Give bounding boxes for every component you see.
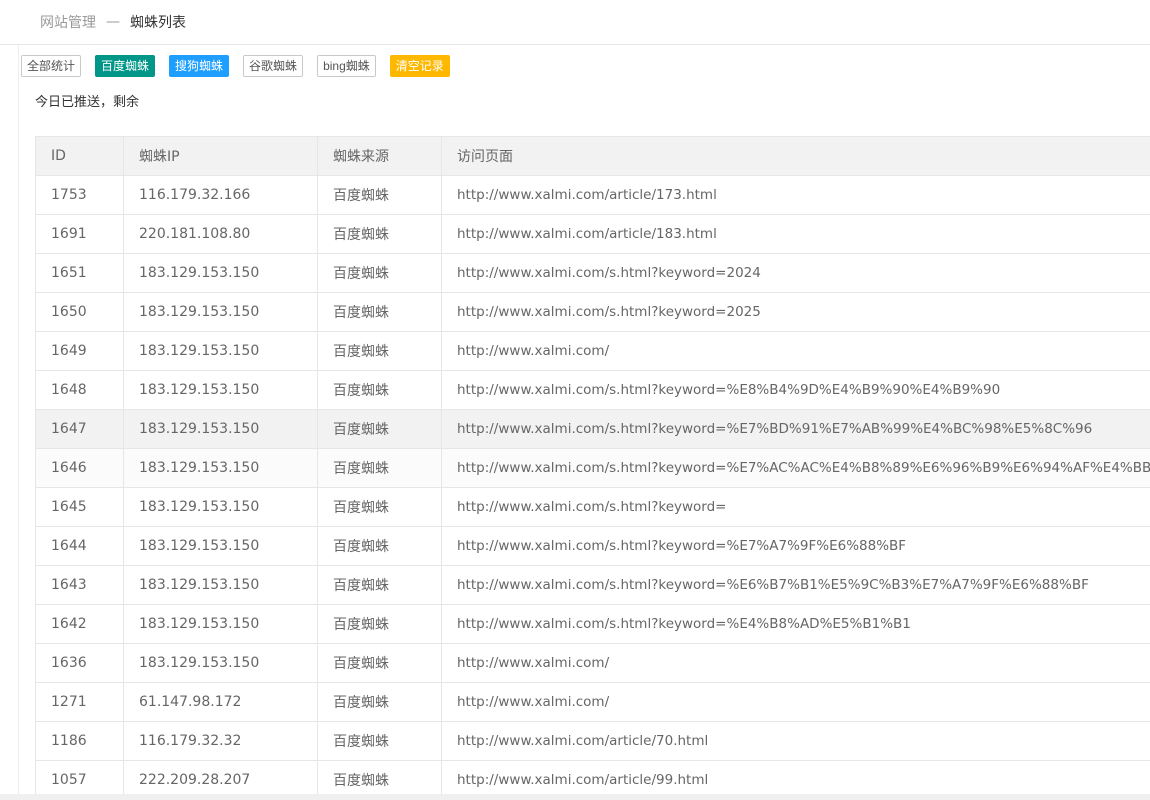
cell-page: http://www.xalmi.com/s.html?keyword=2024 — [441, 253, 1150, 293]
table-row[interactable]: 1647 183.129.153.150 百度蜘蛛 http://www.xalmi.… — [35, 409, 1150, 449]
cell-source: 百度蜘蛛 — [317, 643, 442, 683]
cell-id: 1271 — [35, 682, 124, 722]
cell-source: 百度蜘蛛 — [317, 721, 442, 761]
table-row[interactable]: 1651 183.129.153.150 百度蜘蛛 http://www.xalmi.… — [35, 253, 1150, 293]
cell-ip: 220.181.108.80 — [123, 214, 318, 254]
cell-page: http://www.xalmi.com/s.html?keyword=%E7%… — [441, 526, 1150, 566]
cell-ip: 183.129.153.150 — [123, 604, 318, 644]
cell-ip: 61.147.98.172 — [123, 682, 318, 722]
cell-source: 百度蜘蛛 — [317, 253, 442, 293]
col-header-page: 访问页面 — [441, 136, 1150, 176]
col-header-id: ID — [35, 136, 124, 176]
cell-source: 百度蜘蛛 — [317, 214, 442, 254]
breadcrumb-current: 蜘蛛列表 — [130, 15, 186, 31]
cell-page: http://www.xalmi.com/article/173.html — [441, 175, 1150, 215]
cell-id: 1691 — [35, 214, 124, 254]
table-row[interactable]: 1643 183.129.153.150 百度蜘蛛 http://www.xalmi.… — [35, 565, 1150, 605]
cell-page: http://www.xalmi.com/s.html?keyword=%E7%… — [441, 448, 1150, 488]
table-header-row: ID 蜘蛛IP 蜘蛛来源 访问页面 — [35, 136, 1150, 176]
table-row[interactable]: 1271 61.147.98.172 百度蜘蛛 http://www.xalmi.co… — [35, 682, 1150, 722]
cell-id: 1643 — [35, 565, 124, 605]
cell-page: http://www.xalmi.com/ — [441, 643, 1150, 683]
cell-id: 1649 — [35, 331, 124, 371]
cell-source: 百度蜘蛛 — [317, 292, 442, 332]
breadcrumb: 网站管理 — 蜘蛛列表 — [0, 0, 1150, 45]
cell-page: http://www.xalmi.com/s.html?keyword=2025 — [441, 292, 1150, 332]
bing-spider-button[interactable]: bing蜘蛛 — [317, 55, 376, 77]
google-spider-button[interactable]: 谷歌蜘蛛 — [243, 55, 304, 77]
cell-ip: 183.129.153.150 — [123, 487, 318, 527]
cell-id: 1645 — [35, 487, 124, 527]
sogou-spider-button[interactable]: 搜狗蜘蛛 — [169, 55, 230, 77]
cell-source: 百度蜘蛛 — [317, 526, 442, 566]
cell-ip: 183.129.153.150 — [123, 448, 318, 488]
cell-page: http://www.xalmi.com/s.html?keyword=%E6%… — [441, 565, 1150, 605]
push-notice: 今日已推送，剩余 — [35, 95, 140, 110]
cell-ip: 183.129.153.150 — [123, 643, 318, 683]
cell-page: http://www.xalmi.com/ — [441, 331, 1150, 371]
cell-ip: 116.179.32.166 — [123, 175, 318, 215]
cell-page: http://www.xalmi.com/s.html?keyword= — [441, 487, 1150, 527]
cell-page: http://www.xalmi.com/article/70.html — [441, 721, 1150, 761]
cell-source: 百度蜘蛛 — [317, 175, 442, 215]
table-row[interactable]: 1645 183.129.153.150 百度蜘蛛 http://www.xalmi.… — [35, 487, 1150, 527]
cell-ip: 183.129.153.150 — [123, 292, 318, 332]
cell-ip: 183.129.153.150 — [123, 370, 318, 410]
cell-ip: 116.179.32.32 — [123, 721, 318, 761]
cell-page: http://www.xalmi.com/s.html?keyword=%E8%… — [441, 370, 1150, 410]
filter-toolbar: 全部统计 百度蜘蛛 搜狗蜘蛛 谷歌蜘蛛 bing蜘蛛 清空记录 — [21, 55, 464, 77]
cell-page: http://www.xalmi.com/s.html?keyword=%E7%… — [441, 409, 1150, 449]
cell-id: 1186 — [35, 721, 124, 761]
table-row[interactable]: 1649 183.129.153.150 百度蜘蛛 http://www.xalmi.… — [35, 331, 1150, 371]
cell-ip: 183.129.153.150 — [123, 409, 318, 449]
cell-source: 百度蜘蛛 — [317, 604, 442, 644]
breadcrumb-separator: — — [106, 14, 120, 30]
cell-source: 百度蜘蛛 — [317, 487, 442, 527]
cell-ip: 183.129.153.150 — [123, 565, 318, 605]
spider-table: ID 蜘蛛IP 蜘蛛来源 访问页面 1753 116.179.32.166 百度蜘蛛… — [35, 136, 1150, 800]
cell-source: 百度蜘蛛 — [317, 682, 442, 722]
clear-records-button[interactable]: 清空记录 — [389, 55, 450, 77]
cell-id: 1646 — [35, 448, 124, 488]
cell-source: 百度蜘蛛 — [317, 331, 442, 371]
table-row[interactable]: 1186 116.179.32.32 百度蜘蛛 http://www.xalmi.co… — [35, 721, 1150, 761]
cell-page: http://www.xalmi.com/s.html?keyword=%E4%… — [441, 604, 1150, 644]
table-body: 1753 116.179.32.166 百度蜘蛛 http://www.xalmi.c… — [35, 175, 1150, 800]
cell-id: 1753 — [35, 175, 124, 215]
cell-source: 百度蜘蛛 — [317, 565, 442, 605]
cell-source: 百度蜘蛛 — [317, 448, 442, 488]
col-header-source: 蜘蛛来源 — [317, 136, 442, 176]
cell-id: 1644 — [35, 526, 124, 566]
cell-page: http://www.xalmi.com/article/183.html — [441, 214, 1150, 254]
table-row[interactable]: 1650 183.129.153.150 百度蜘蛛 http://www.xalmi.… — [35, 292, 1150, 332]
horizontal-scrollbar[interactable] — [0, 794, 1150, 800]
baidu-spider-button[interactable]: 百度蜘蛛 — [95, 55, 156, 77]
cell-id: 1651 — [35, 253, 124, 293]
col-header-ip: 蜘蛛IP — [123, 136, 318, 176]
cell-ip: 183.129.153.150 — [123, 253, 318, 293]
all-stats-button[interactable]: 全部统计 — [21, 55, 82, 77]
cell-id: 1642 — [35, 604, 124, 644]
cell-id: 1636 — [35, 643, 124, 683]
table-row[interactable]: 1644 183.129.153.150 百度蜘蛛 http://www.xalmi.… — [35, 526, 1150, 566]
cell-ip: 183.129.153.150 — [123, 526, 318, 566]
breadcrumb-parent[interactable]: 网站管理 — [40, 12, 96, 32]
table-row[interactable]: 1646 183.129.153.150 百度蜘蛛 http://www.xalmi.… — [35, 448, 1150, 488]
table-row[interactable]: 1636 183.129.153.150 百度蜘蛛 http://www.xalmi.… — [35, 643, 1150, 683]
cell-source: 百度蜘蛛 — [317, 409, 442, 449]
table-row[interactable]: 1753 116.179.32.166 百度蜘蛛 http://www.xalmi.c… — [35, 175, 1150, 215]
cell-id: 1648 — [35, 370, 124, 410]
cell-page: http://www.xalmi.com/ — [441, 682, 1150, 722]
table-row[interactable]: 1648 183.129.153.150 百度蜘蛛 http://www.xalmi.… — [35, 370, 1150, 410]
table-row[interactable]: 1691 220.181.108.80 百度蜘蛛 http://www.xalmi.c… — [35, 214, 1150, 254]
cell-id: 1647 — [35, 409, 124, 449]
cell-source: 百度蜘蛛 — [317, 370, 442, 410]
cell-id: 1650 — [35, 292, 124, 332]
table-row[interactable]: 1642 183.129.153.150 百度蜘蛛 http://www.xalmi.… — [35, 604, 1150, 644]
cell-ip: 183.129.153.150 — [123, 331, 318, 371]
